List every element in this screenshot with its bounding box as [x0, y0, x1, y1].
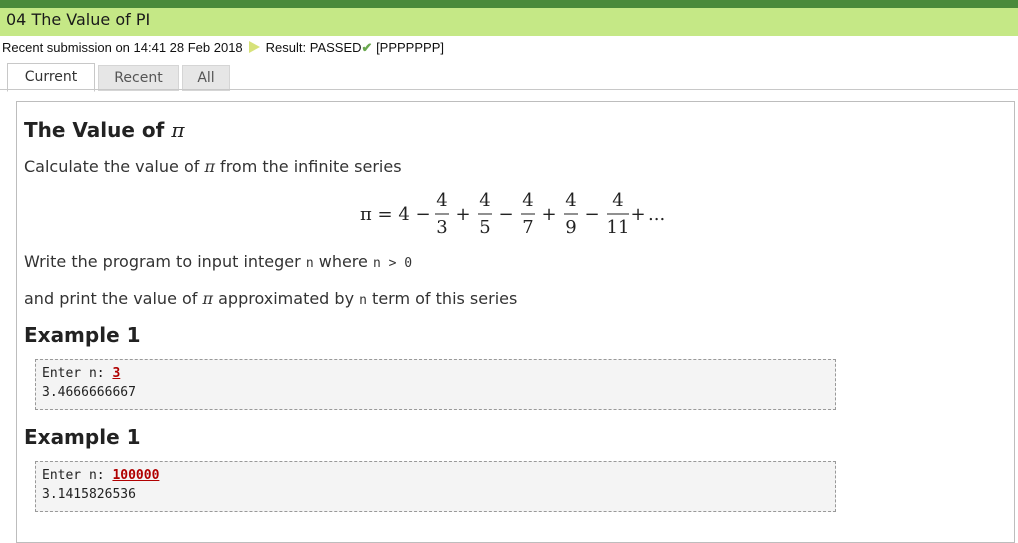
formula-operator: + — [630, 204, 645, 225]
fraction-denominator: 9 — [565, 217, 576, 238]
text-segment: from the infinite series — [214, 157, 402, 176]
text-segment: Write the program to input integer — [24, 252, 306, 271]
flag-icon — [248, 41, 260, 53]
page-title: 04 The Value of PI — [6, 10, 151, 29]
pi-series-formula: π = 4 − 43+45−47+49−411+ ... — [360, 190, 665, 238]
fraction-numerator: 4 — [436, 190, 447, 211]
example-input: 3 — [112, 366, 121, 381]
problem-heading: The Value of π — [24, 118, 184, 142]
example-input: 100000 — [112, 468, 160, 483]
title-bar: 04 The Value of PI — [0, 8, 1018, 36]
formula-tail: ... — [648, 204, 665, 225]
formula-operator: − — [498, 204, 513, 225]
check-icon: ✔ — [361, 40, 373, 55]
example-2-input-line: Enter n: 100000 — [42, 468, 159, 483]
submission-status: Recent submission on 14:41 28 Feb 2018 Re… — [2, 40, 444, 56]
input-instruction: Write the program to input integer n whe… — [24, 252, 412, 271]
tab-current[interactable]: Current — [7, 63, 95, 92]
pi-symbol: π — [204, 157, 215, 176]
text-segment: approximated by — [213, 289, 360, 308]
example-1-output: 3.4666666667 — [42, 385, 136, 400]
example-2-output: 3.1415826536 — [42, 487, 136, 502]
var-n: n — [359, 293, 367, 308]
condition-code: n > 0 — [372, 256, 413, 271]
submission-text: Recent submission on 14:41 28 Feb 2018 — [2, 40, 243, 55]
text-segment: Calculate the value of — [24, 157, 205, 176]
fraction-numerator: 4 — [522, 190, 533, 211]
pi-symbol: π — [202, 289, 214, 308]
heading-text: The Value of — [24, 118, 172, 142]
fraction-denominator: 7 — [522, 217, 533, 238]
fraction-numerator: 4 — [612, 190, 623, 211]
fraction-denominator: 11 — [607, 217, 630, 238]
tab-recent[interactable]: Recent — [98, 65, 179, 91]
tab-divider — [0, 89, 1018, 90]
example-2-code: Enter n: 100000 3.1415826536 — [35, 461, 836, 512]
output-instruction: and print the value of π approximated by… — [24, 289, 517, 308]
var-n: n — [305, 256, 314, 271]
tab-all[interactable]: All — [182, 65, 230, 91]
intro-line: Calculate the value of π from the infini… — [24, 157, 402, 176]
fraction-denominator: 3 — [436, 217, 447, 238]
result-label: Result: PASSED — [265, 40, 362, 55]
formula-lhs: π = 4 − — [360, 204, 431, 225]
prompt-text: Enter n: — [42, 366, 113, 381]
formula-operator: − — [584, 204, 599, 225]
formula-operator: + — [455, 204, 470, 225]
pi-symbol: π — [171, 118, 185, 142]
fraction-numerator: 4 — [565, 190, 576, 211]
formula-operator: + — [541, 204, 556, 225]
result-code: [PPPPPPP] — [376, 40, 444, 55]
text-segment: term of this series — [366, 289, 518, 308]
tab-bar: Current Recent All — [0, 63, 1018, 92]
example-1-input-line: Enter n: 3 — [42, 366, 120, 381]
text-segment: where — [313, 252, 373, 271]
example-1-code: Enter n: 3 3.4666666667 — [35, 359, 836, 410]
top-accent-bar — [0, 0, 1018, 8]
prompt-text: Enter n: — [42, 468, 113, 483]
text-segment: and print the value of — [24, 289, 203, 308]
example-2-heading: Example 1 — [24, 425, 141, 449]
fraction-numerator: 4 — [479, 190, 490, 211]
fraction-denominator: 5 — [479, 217, 490, 238]
example-1-heading: Example 1 — [24, 323, 141, 347]
